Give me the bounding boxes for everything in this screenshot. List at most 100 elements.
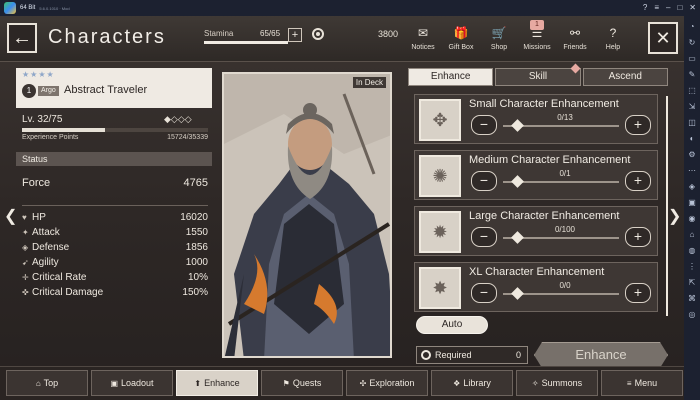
emulator-tool-icon[interactable]: ⌘ <box>688 294 696 304</box>
loadout-icon: ▣ <box>110 379 118 388</box>
nav-label: Friends <box>563 44 587 51</box>
nav-shop-button[interactable]: 🛒 Shop <box>480 22 518 56</box>
bottom-nav-enhance[interactable]: ⬆ Enhance <box>176 370 258 396</box>
stat-icon: ➹ <box>22 258 29 267</box>
emulator-tool-icon[interactable]: ◎ <box>689 310 696 320</box>
help-icon[interactable]: ? <box>643 2 647 13</box>
decrease-button[interactable]: − <box>471 227 497 247</box>
close-button[interactable]: ✕ <box>648 22 678 54</box>
nav-label: Missions <box>523 44 551 51</box>
bottom-nav-exploration[interactable]: ✣ Exploration <box>346 370 428 396</box>
enhancement-count: 0/1 <box>559 169 571 178</box>
nav-gift-box-button[interactable]: 🎁 Gift Box <box>442 22 480 56</box>
status-header: Status <box>16 152 212 166</box>
crystal-icon: ✺ <box>432 165 448 186</box>
slider-handle[interactable] <box>511 175 524 188</box>
emulator-tool-icon[interactable]: ↻ <box>689 38 696 48</box>
character-alias: Argo <box>38 86 59 96</box>
prev-character-arrow-icon[interactable]: ❮ <box>4 206 17 226</box>
increase-button[interactable]: + <box>625 227 651 247</box>
xp-bar <box>22 128 208 132</box>
close-window-icon[interactable]: ✕ <box>689 2 696 13</box>
list-scrollbar[interactable] <box>666 96 668 316</box>
increase-button[interactable]: + <box>625 115 651 135</box>
library-icon: ❖ <box>453 379 461 388</box>
tab-enhance[interactable]: Enhance <box>408 68 494 86</box>
decrease-button[interactable]: − <box>471 171 497 191</box>
enhance-icon: ⬆ <box>194 379 202 388</box>
nav-friends-button[interactable]: ⚯ Friends <box>556 22 594 56</box>
emulator-tool-icon[interactable]: ✎ <box>689 70 696 80</box>
decrease-button[interactable]: − <box>471 283 497 303</box>
stat-value: 1550 <box>185 227 208 238</box>
stat-label: Critical Damage <box>32 287 104 298</box>
notices-icon: ✉ <box>417 26 429 40</box>
bottom-nav-library[interactable]: ❖ Library <box>431 370 513 396</box>
emulator-tool-icon[interactable]: ⇲ <box>689 102 696 112</box>
exploration-icon: ✣ <box>359 379 367 388</box>
emulator-tool-icon[interactable]: ◫ <box>688 118 696 128</box>
enhance-button[interactable]: Enhance <box>534 342 668 368</box>
enhancement-item-icon[interactable]: ✸ <box>419 267 461 309</box>
slider-handle[interactable] <box>511 231 524 244</box>
emulator-tool-icon[interactable]: ▭ <box>688 54 696 64</box>
bottom-nav-quests[interactable]: ⚑ Quests <box>261 370 343 396</box>
emulator-tool-icon[interactable]: ◈ <box>689 182 695 192</box>
auto-button[interactable]: Auto <box>416 316 488 334</box>
header-nav: ✉ Notices 🎁 Gift Box 🛒 Shop ☰ Missions 1 ⚯ Friends… <box>404 20 632 56</box>
menu-icon[interactable]: ≡ <box>654 2 659 13</box>
force-value: 4765 <box>183 177 208 189</box>
emulator-tool-icon[interactable]: ◉ <box>689 214 696 224</box>
crystal-icon: ✹ <box>432 221 448 242</box>
nav-label: Gift Box <box>448 44 474 51</box>
stat-label: Critical Rate <box>32 272 87 283</box>
xp-label: Experience Points <box>22 134 79 141</box>
increase-button[interactable]: + <box>625 283 651 303</box>
increase-button[interactable]: + <box>625 171 651 191</box>
bottom-nav-menu[interactable]: ≡ Menu <box>601 370 683 396</box>
emulator-tool-icon[interactable]: ⌂ <box>690 230 695 240</box>
enhancement-count: 0/100 <box>554 225 576 234</box>
minimize-icon[interactable]: – <box>666 2 670 13</box>
decrease-button[interactable]: − <box>471 115 497 135</box>
emulator-tool-icon[interactable]: ⬚ <box>688 86 696 96</box>
add-stamina-button[interactable]: + <box>288 28 302 42</box>
emulator-tool-icon[interactable]: ◍ <box>689 246 696 256</box>
character-portrait: In Deck <box>222 72 392 358</box>
enhancement-item-icon[interactable]: ✹ <box>419 211 461 253</box>
quests-icon: ⚑ <box>282 379 290 388</box>
rank-badge: 1 <box>22 84 36 98</box>
enhancement-item-icon[interactable]: ✥ <box>419 99 461 141</box>
nav-notices-button[interactable]: ✉ Notices <box>404 22 442 56</box>
bottom-nav-top[interactable]: ⌂ Top <box>6 370 88 396</box>
tab-ascend[interactable]: Ascend <box>582 68 668 86</box>
emulator-tool-icon[interactable]: ▣ <box>688 198 696 208</box>
tab-skill[interactable]: Skill <box>495 68 581 86</box>
stat-row: ♥ HP 16020 <box>22 211 208 225</box>
force-row: Force 4765 <box>22 176 208 190</box>
bottom-nav-loadout[interactable]: ▣ Loadout <box>91 370 173 396</box>
missions-badge: 1 <box>530 20 544 30</box>
nav-missions-button[interactable]: ☰ Missions 1 <box>518 20 556 56</box>
stat-icon: ♥ <box>22 213 27 222</box>
required-field: Required 0 <box>416 346 528 364</box>
emulator-tool-icon[interactable]: ◐ <box>690 134 695 144</box>
force-label: Force <box>22 177 51 189</box>
stat-row: ✜ Critical Damage 150% <box>22 286 208 300</box>
maximize-icon[interactable]: □ <box>677 2 682 13</box>
emulator-tool-icon[interactable]: ⋯ <box>688 166 696 176</box>
bottom-nav-label: Menu <box>634 378 658 388</box>
stat-label: Defense <box>32 242 70 253</box>
stat-label: Agility <box>32 257 59 268</box>
slider-handle[interactable] <box>511 287 524 300</box>
bottom-nav-summons[interactable]: ✧ Summons <box>516 370 598 396</box>
back-button[interactable]: ← <box>7 23 37 53</box>
in-deck-label: In Deck <box>352 77 386 88</box>
enhancement-item-icon[interactable]: ✺ <box>419 155 461 197</box>
emulator-tool-icon[interactable]: ⇱ <box>689 278 696 288</box>
emulator-tool-icon[interactable]: ⚙ <box>688 150 695 160</box>
emulator-tool-icon[interactable]: ◔ <box>690 22 695 32</box>
nav-help-button[interactable]: ? Help <box>594 22 632 56</box>
emulator-tool-icon[interactable]: ⋮ <box>688 262 696 272</box>
slider-handle[interactable] <box>511 119 524 132</box>
